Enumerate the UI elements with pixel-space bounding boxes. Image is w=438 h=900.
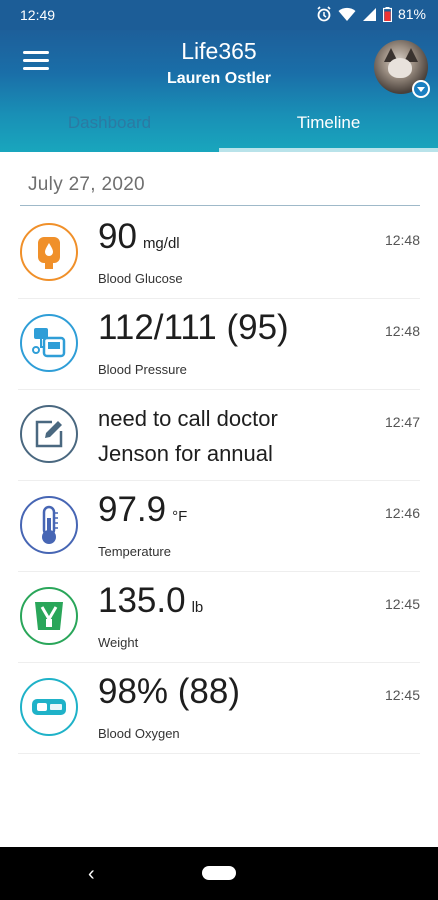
note-text: need to call doctor Jenson for annual (98, 401, 278, 471)
alarm-icon (317, 6, 331, 22)
home-button[interactable] (202, 866, 236, 880)
tab-timeline[interactable]: Timeline (219, 108, 438, 152)
reading-label: Blood Glucose (98, 271, 183, 286)
signal-icon (362, 7, 376, 21)
user-name: Lauren Ostler (166, 70, 272, 87)
timeline-entry-blood-glucose[interactable]: 90 mg/dl Blood Glucose 12:48 (18, 207, 420, 299)
reading-time: 12:48 (384, 323, 420, 339)
pulse-oximeter-icon (20, 678, 78, 736)
temperature-value: 97.9 (98, 490, 167, 529)
thermometer-icon (20, 496, 78, 554)
reading-label: Weight (98, 635, 139, 650)
wifi-icon (338, 7, 356, 21)
reading-time: 12:45 (384, 596, 420, 612)
oxygen-value: 98% (88) (98, 672, 241, 711)
reading-label: Blood Oxygen (98, 726, 180, 741)
timeline-entry-temperature[interactable]: 97.9 °F Temperature 12:46 (18, 480, 420, 572)
status-time: 12:49 (20, 7, 56, 23)
date-header: July 27, 2020 (28, 174, 145, 195)
blood-glucose-icon (20, 223, 78, 281)
battery-level: 81% (397, 6, 426, 22)
timeline-entry-weight[interactable]: 135.0 lb Weight 12:45 (18, 571, 420, 663)
reading-value: 97.9 °F (98, 490, 187, 530)
reading-time: 12:46 (384, 505, 420, 521)
reading-value: 112/111 (95) (98, 308, 289, 348)
note-line: need to call doctor (98, 406, 278, 431)
timeline-entry-blood-pressure[interactable]: 112/111 (95) Blood Pressure 12:48 (18, 298, 420, 390)
system-nav-bar: ‹ (0, 847, 438, 900)
app-title: Life365 (181, 38, 257, 64)
weight-unit: lb (191, 599, 204, 616)
reading-label: Temperature (98, 544, 171, 559)
pressure-value: 112/111 (95) (98, 308, 289, 347)
reading-label: Blood Pressure (98, 362, 187, 377)
note-line: Jenson for annual (98, 441, 273, 466)
timeline-entry-blood-oxygen[interactable]: 98% (88) Blood Oxygen 12:45 (18, 662, 420, 754)
status-bar: 12:49 81% (0, 0, 438, 30)
active-tab-indicator (219, 148, 438, 152)
scale-icon (20, 587, 78, 645)
reading-time: 12:47 (384, 414, 420, 430)
back-icon[interactable]: ‹ (88, 863, 95, 886)
status-icons: 81% (316, 6, 426, 22)
reading-time: 12:45 (384, 687, 420, 703)
divider (20, 205, 420, 206)
battery-icon (382, 6, 392, 22)
app-header: Life365 Lauren Ostler Dashboard Timeline (0, 30, 438, 152)
reading-time: 12:48 (384, 232, 420, 248)
note-icon (20, 405, 78, 463)
reading-value: 98% (88) (98, 672, 240, 712)
timeline-entry-note[interactable]: need to call doctor Jenson for annual 12:… (18, 389, 420, 481)
glucose-unit: mg/dl (142, 235, 180, 252)
reading-value: 90 mg/dl (98, 217, 180, 257)
glucose-value: 90 (98, 217, 137, 256)
weight-value: 135.0 (98, 581, 186, 620)
tab-dashboard[interactable]: Dashboard (0, 108, 219, 152)
blood-pressure-icon (20, 314, 78, 372)
account-dropdown-icon[interactable] (412, 80, 430, 98)
avatar-face (388, 58, 412, 78)
tab-bar: Dashboard Timeline (0, 108, 438, 152)
temperature-unit: °F (172, 508, 188, 525)
reading-value: 135.0 lb (98, 581, 203, 621)
